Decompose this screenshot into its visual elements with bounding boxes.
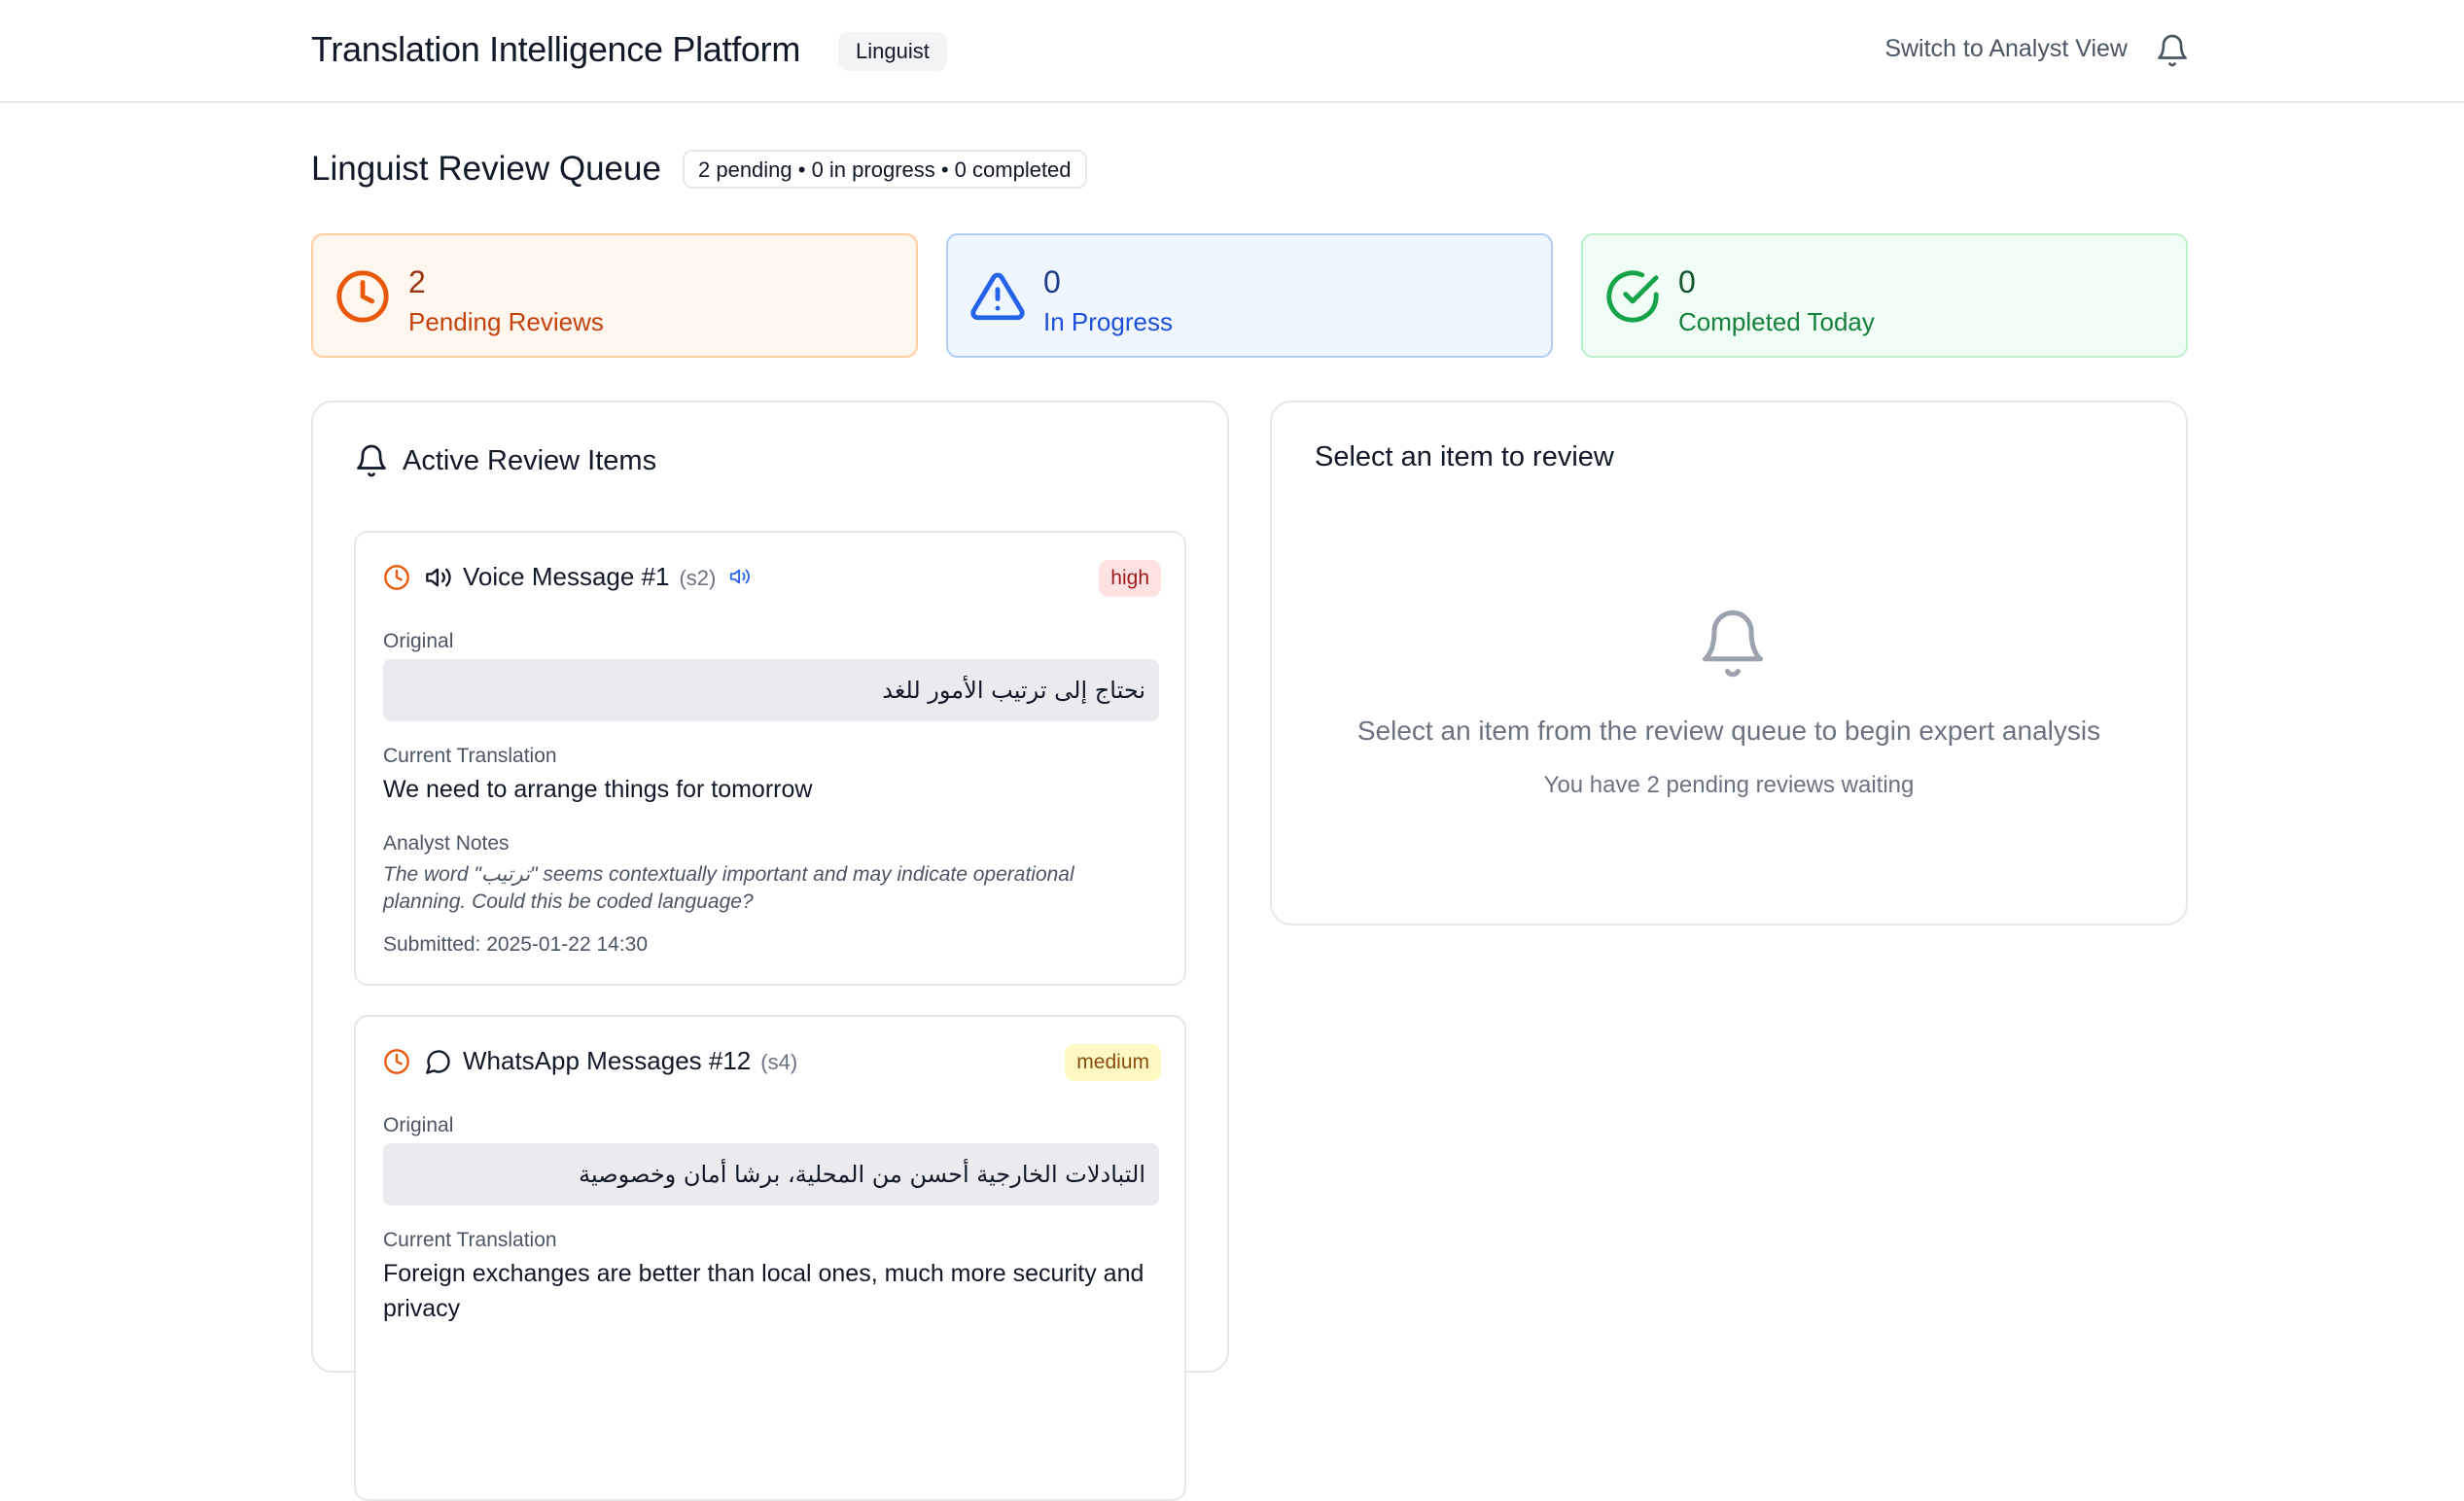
original-text: التبادلات الخارجية أحسن من المحلية، برشا… [383, 1143, 1159, 1205]
review-item-title: WhatsApp Messages #12 [463, 1046, 752, 1075]
queue-summary-badge: 2 pending • 0 in progress • 0 completed [683, 150, 1087, 189]
review-item-id: (s4) [760, 1050, 798, 1074]
stat-card-pending: 2 Pending Reviews [311, 233, 918, 358]
page-title: Linguist Review Queue [311, 150, 661, 188]
stat-card-in-progress: 0 In Progress [946, 233, 1553, 358]
priority-badge: medium [1065, 1044, 1161, 1081]
switch-to-analyst-view-button[interactable]: Switch to Analyst View [1884, 35, 2128, 63]
role-badge: Linguist [838, 32, 947, 71]
original-text: نحتاج إلى ترتيب الأمور للغد [383, 659, 1159, 721]
original-label: Original [383, 630, 454, 652]
priority-badge: high [1099, 560, 1161, 597]
in-progress-count: 0 [1043, 264, 1061, 299]
stat-card-completed: 0 Completed Today [1581, 233, 2188, 358]
original-label: Original [383, 1114, 454, 1136]
clock-icon [384, 1049, 409, 1074]
analyst-notes-text: The word "ترتيب" seems contextually impo… [383, 863, 1074, 913]
panel-title: Active Review Items [403, 445, 657, 476]
app-title: Translation Intelligence Platform [311, 29, 801, 69]
analyst-notes-label: Analyst Notes [383, 832, 510, 855]
play-audio-icon[interactable] [729, 566, 751, 587]
translation-text: Foreign exchanges are better than local … [383, 1260, 1144, 1322]
review-item-header: WhatsApp Messages #12 (s4) medium [383, 1044, 1161, 1081]
empty-state-message: Select an item from the review queue to … [1356, 716, 2101, 746]
empty-state-subtext: You have 2 pending reviews waiting [1543, 772, 1915, 798]
review-item-title: Voice Message #1 [463, 562, 670, 591]
clock-icon [336, 270, 389, 323]
top-navigation-bar: Translation Intelligence Platform Lingui… [0, 0, 2464, 103]
completed-label: Completed Today [1678, 307, 1875, 336]
review-item-header: Voice Message #1 (s2) high [383, 560, 1161, 597]
translation-label: Current Translation [383, 745, 557, 767]
review-item-card[interactable]: Voice Message #1 (s2) high Original نحتاج… [354, 531, 1186, 986]
review-detail-panel: Select an item to review Select an item … [1270, 401, 2188, 925]
submitted-timestamp: Submitted: 2025-01-22 14:30 [383, 933, 649, 956]
pending-label: Pending Reviews [408, 307, 604, 336]
review-item-id: (s2) [679, 566, 717, 590]
in-progress-label: In Progress [1043, 307, 1173, 336]
chat-bubble-icon [426, 1050, 450, 1074]
active-review-items-panel: Active Review Items Voice Message #1 (s2)… [311, 401, 1229, 1501]
review-item-card[interactable]: WhatsApp Messages #12 (s4) medium Origina… [354, 1015, 1186, 1501]
pending-count: 2 [408, 264, 426, 299]
bell-icon[interactable] [2155, 33, 2190, 68]
translation-text: We need to arrange things for tomorrow [383, 776, 813, 803]
bell-icon [357, 444, 386, 477]
clock-icon [384, 565, 409, 590]
bell-icon [1702, 610, 1764, 678]
completed-count: 0 [1678, 264, 1696, 299]
check-circle-icon [1606, 270, 1659, 323]
alert-triangle-icon [970, 272, 1025, 321]
detail-panel-title: Select an item to review [1315, 441, 1614, 472]
translation-label: Current Translation [383, 1229, 557, 1251]
speaker-icon [426, 568, 451, 587]
